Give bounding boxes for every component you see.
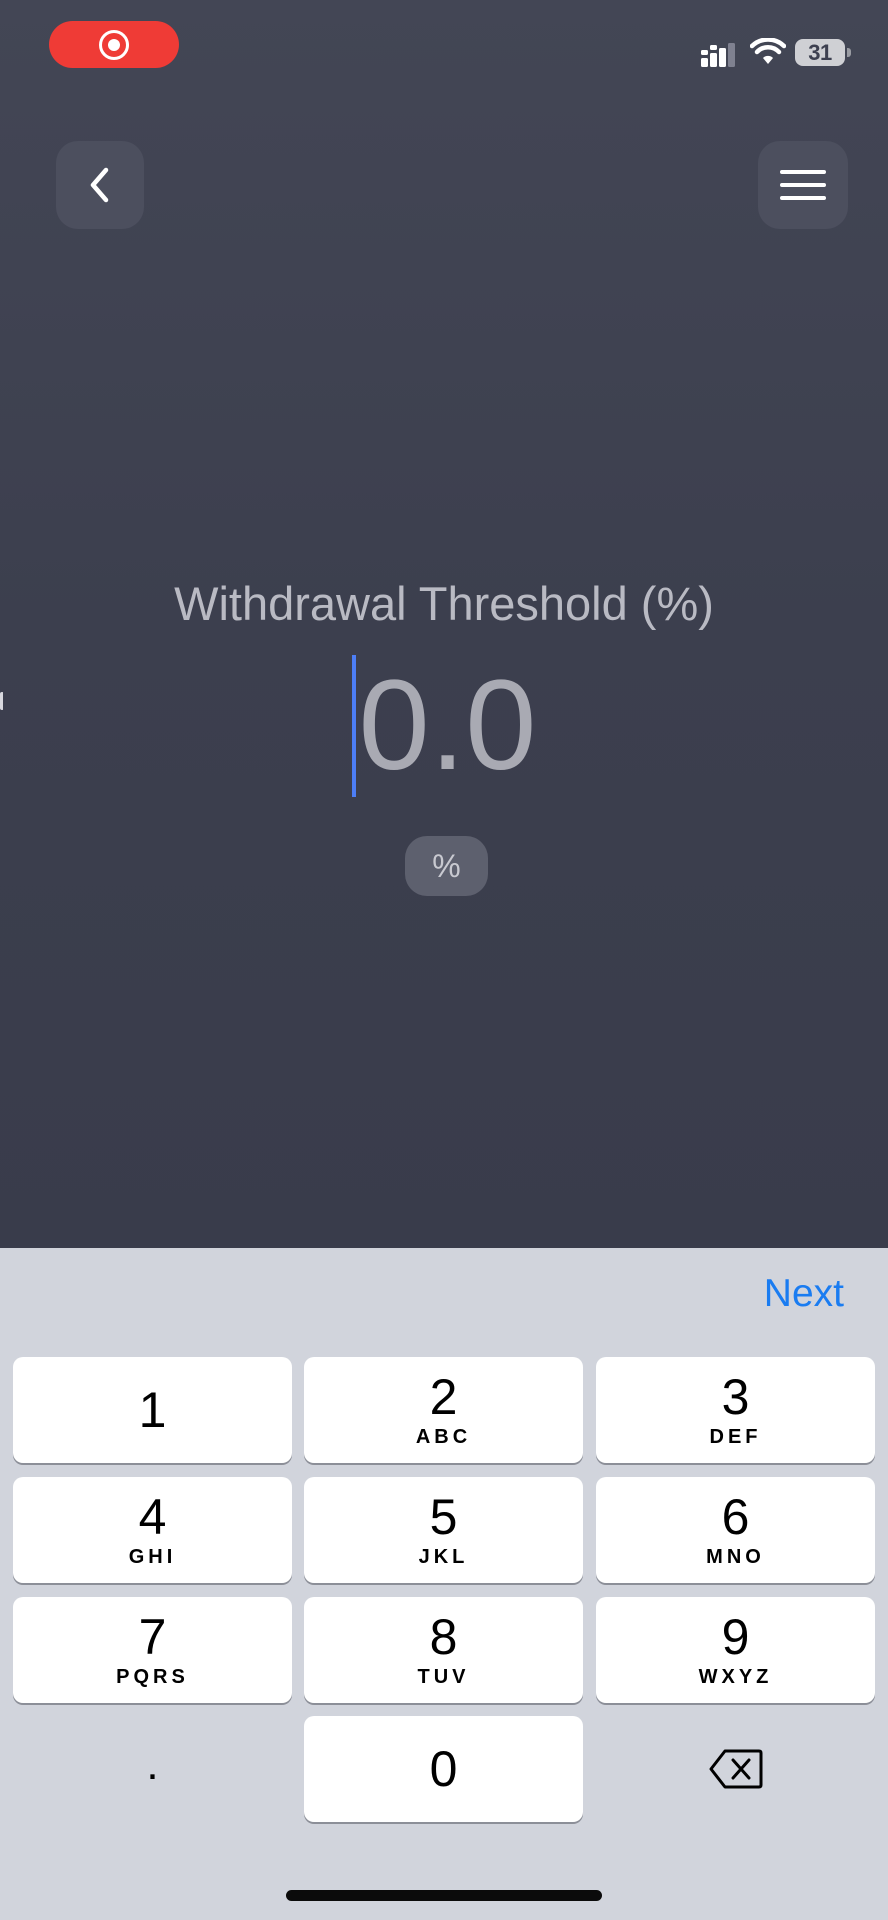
key-decimal[interactable]: .	[13, 1716, 292, 1822]
key-digit: 7	[138, 1608, 167, 1665]
screen-recording-icon	[99, 29, 129, 60]
unit-toggle[interactable]: %	[405, 836, 488, 896]
key-digit: 1	[138, 1382, 167, 1438]
screen-recording-indicator[interactable]	[49, 21, 179, 68]
battery-indicator: 31	[795, 39, 851, 66]
backspace-icon	[709, 1749, 762, 1789]
threshold-label: Withdrawal Threshold (%)	[174, 577, 714, 630]
key-letters: JKL	[418, 1545, 469, 1568]
key-digit: 5	[429, 1488, 458, 1545]
key-digit: 4	[138, 1488, 167, 1545]
cellular-signal-icon	[701, 43, 735, 67]
key-digit: 0	[429, 1741, 458, 1797]
chevron-left-icon	[90, 167, 109, 203]
key-2[interactable]: 2 ABC	[304, 1357, 583, 1463]
key-digit: 2	[429, 1368, 458, 1425]
key-letters: TUV	[417, 1665, 470, 1688]
decimal-glyph: .	[146, 1740, 159, 1789]
key-letters: WXYZ	[698, 1665, 773, 1688]
key-1[interactable]: 1	[13, 1357, 292, 1463]
app-screen: 31 Withdrawal Threshold (%) 0.0 %	[0, 0, 888, 1248]
text-caret	[351, 655, 356, 797]
key-digit: 6	[721, 1488, 750, 1545]
hamburger-menu-icon	[780, 170, 826, 200]
wifi-icon	[750, 38, 786, 64]
key-5[interactable]: 5 JKL	[304, 1477, 583, 1583]
delete-key[interactable]	[596, 1716, 875, 1822]
key-0[interactable]: 0	[304, 1716, 583, 1822]
key-4[interactable]: 4 GHI	[13, 1477, 292, 1583]
keyboard-toolbar: Next	[0, 1248, 888, 1350]
back-button[interactable]	[56, 141, 144, 229]
battery-level: 31	[808, 39, 832, 65]
status-bar: 31	[0, 0, 888, 100]
threshold-value: 0.0	[358, 654, 537, 797]
key-digit: 9	[721, 1608, 750, 1665]
numeric-keyboard: Next 1 2 ABC 3 DEF 4 GHI 5 JKL 6 MNO 7 P…	[0, 1248, 888, 1920]
key-9[interactable]: 9 WXYZ	[596, 1597, 875, 1703]
key-digit: 8	[429, 1608, 458, 1665]
key-7[interactable]: 7 PQRS	[13, 1597, 292, 1703]
key-letters: GHI	[128, 1545, 177, 1568]
key-letters: ABC	[415, 1425, 472, 1448]
key-8[interactable]: 8 TUV	[304, 1597, 583, 1703]
threshold-input[interactable]: 0.0	[0, 652, 888, 800]
home-indicator[interactable]	[286, 1890, 602, 1901]
key-letters: PQRS	[116, 1665, 189, 1688]
menu-button[interactable]	[758, 141, 848, 229]
key-digit: 3	[721, 1368, 750, 1425]
key-3[interactable]: 3 DEF	[596, 1357, 875, 1463]
key-letters: MNO	[706, 1545, 765, 1568]
key-letters: DEF	[709, 1425, 762, 1448]
threshold-input-content: 0.0	[351, 654, 537, 797]
key-6[interactable]: 6 MNO	[596, 1477, 875, 1583]
next-button[interactable]: Next	[764, 1272, 844, 1316]
